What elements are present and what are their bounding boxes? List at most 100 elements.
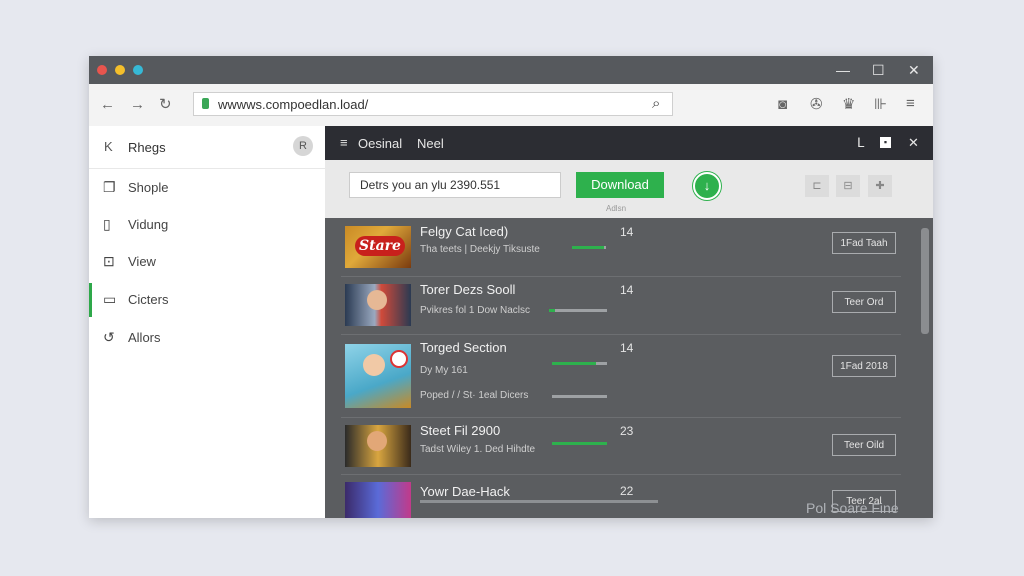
sidebar-item-label: Allors	[128, 330, 161, 345]
download-title: Yowr Dae-Hack	[420, 484, 510, 499]
thumbnail	[345, 425, 411, 467]
extension-icon-1[interactable]: ◙	[778, 97, 787, 113]
download-count: 14	[620, 341, 634, 355]
sidebar-item-cicters[interactable]: ▭ Cicters	[89, 283, 328, 317]
browser-toolbar: ← → ↻ wwwws.compoedlan.load/ ⌕ ◙ ✇ ♛ ⊪ ≡	[89, 84, 933, 127]
row-action-button[interactable]: 1Fad 2018	[832, 355, 896, 377]
page-icon: ⊡	[103, 253, 115, 269]
download-count: 22	[620, 484, 634, 498]
progress-fill	[552, 362, 596, 365]
sidebar-item-label: Shople	[128, 180, 169, 195]
main-title: Oesinal	[358, 136, 403, 151]
main-header: ≡ Oesinal Neel ᒪ ▪ ✕	[325, 126, 933, 160]
sidebar-item-allors[interactable]: ↺ Allors	[89, 321, 325, 355]
back-icon[interactable]: ←	[100, 97, 115, 113]
list-item[interactable]: Torer Dezs Sooll Pvikres fol 1 Dow Nacls…	[341, 276, 901, 335]
thumbnail	[345, 284, 411, 326]
sidebar-item-shople[interactable]: ❐ Shople	[89, 171, 325, 205]
forward-icon[interactable]: →	[130, 97, 145, 113]
square-icon[interactable]: ▪	[880, 137, 891, 148]
refresh-icon[interactable]: ↻	[159, 97, 172, 113]
progress-bar-secondary	[552, 395, 607, 398]
row-action-button[interactable]: 1Fad Taah	[832, 232, 896, 254]
sidebar-header: K Rhegs R	[89, 126, 325, 169]
download-url-input[interactable]: Detrs you an ylu 2390.551	[349, 172, 561, 198]
menu-icon[interactable]: ≡	[906, 96, 915, 112]
download-hint: Adlsn	[606, 204, 627, 213]
address-bar[interactable]: wwwws.compoedlan.load/ ⌕	[193, 92, 673, 116]
extension-icon-3[interactable]: ♛	[842, 97, 855, 113]
sidebar-back-icon[interactable]: K	[104, 139, 113, 154]
row-action-button[interactable]: Teer Ord	[832, 291, 896, 313]
thumbnail	[345, 482, 411, 518]
download-title: Torer Dezs Sooll	[420, 282, 516, 297]
sidebar-item-label: Vidung	[128, 217, 169, 232]
history-icon: ↺	[103, 329, 115, 345]
url-text: wwwws.compoedlan.load/	[218, 97, 369, 112]
close-icon[interactable]: ✕	[908, 135, 919, 151]
list-item[interactable]: Steet Fil 2900 Tadst Wiley 1. Ded Hihdte…	[341, 417, 901, 475]
title-bar: — ☐ ✕	[89, 56, 933, 84]
close-dot[interactable]	[97, 65, 107, 75]
main-panel: ≡ Oesinal Neel ᒪ ▪ ✕ Detrs you an ylu 23…	[325, 126, 933, 518]
maximize-button[interactable]: ☐	[872, 62, 885, 78]
download-subtitle: Dy My 161	[420, 365, 468, 376]
thumbnail-person	[363, 354, 385, 376]
corner-icon[interactable]: ᒪ	[857, 135, 864, 151]
download-count: 14	[620, 283, 634, 297]
browser-window: — ☐ ✕ ← → ↻ wwwws.compoedlan.load/ ⌕ ◙ ✇…	[89, 56, 933, 518]
download-list: Stare Felgy Cat Iced) Tha teets | Deekjy…	[325, 218, 933, 518]
tag-icon: ❐	[103, 179, 116, 195]
watermark: Pol Soare Fine	[806, 500, 899, 516]
search-icon[interactable]: ⌕	[652, 96, 660, 112]
list-icon[interactable]: ⊟	[836, 175, 860, 197]
download-count: 23	[620, 424, 634, 438]
sidebar-item-label: Cicters	[128, 292, 169, 307]
thumbnail-logo: Stare	[355, 236, 405, 256]
row-action-button[interactable]: Teer Oild	[832, 434, 896, 456]
sidebar: K Rhegs R ❐ Shople ▯ Vidung ⊡ View ▭ Cic…	[89, 126, 326, 518]
thumbnail	[345, 344, 411, 408]
scrollbar[interactable]	[921, 220, 929, 510]
download-subtitle: Tadst Wiley 1. Ded Hihdte	[420, 444, 536, 455]
minimize-button[interactable]: —	[836, 62, 850, 78]
thumbnail-badge	[390, 350, 408, 368]
download-title: Steet Fil 2900	[420, 423, 501, 438]
download-subtitle-2: Poped / / St· 1eal Dicers	[420, 390, 529, 401]
progress-fill	[572, 246, 605, 249]
thumbnail-person	[367, 431, 387, 451]
download-button[interactable]: Download	[576, 172, 664, 198]
pin-icon[interactable]: ✚	[868, 175, 892, 197]
main-subtitle: Neel	[417, 136, 444, 151]
extension-icon-2[interactable]: ✇	[810, 97, 823, 113]
thumbnail-person	[367, 290, 387, 310]
thumbnail: Stare	[345, 226, 411, 268]
minimize-dot[interactable]	[115, 65, 125, 75]
download-title: Torged Section	[420, 340, 507, 355]
close-button[interactable]: ✕	[908, 62, 920, 78]
sidebar-item-vidung[interactable]: ▯ Vidung	[89, 208, 325, 242]
progress-bar	[552, 362, 607, 365]
download-title: Felgy Cat Iced)	[420, 224, 509, 239]
progress-fill	[552, 442, 607, 445]
progress-bar	[420, 500, 658, 503]
sidebar-badge[interactable]: R	[293, 136, 313, 156]
folder-icon: ▭	[103, 291, 117, 307]
download-subtitle: Tha teets | Deekjy Tiksuste	[420, 244, 540, 255]
progress-bar	[572, 246, 606, 249]
download-subtitle: Pvikres fol 1 Dow Naclsc	[420, 305, 531, 316]
download-arrow-icon[interactable]: ↓	[693, 172, 721, 200]
sidebar-item-label: View	[128, 254, 156, 269]
list-item[interactable]: Stare Felgy Cat Iced) Tha teets | Deekjy…	[341, 218, 901, 277]
scrollbar-thumb[interactable]	[921, 228, 929, 334]
collapse-icon[interactable]: ⊏	[805, 175, 829, 197]
list-item[interactable]: Torged Section Dy My 161 Poped / / St· 1…	[341, 334, 901, 418]
download-bar: Detrs you an ylu 2390.551 Download ↓ Adl…	[325, 160, 933, 218]
lock-icon	[202, 98, 209, 109]
hamburger-icon[interactable]: ≡	[340, 135, 348, 150]
extension-icon-4[interactable]: ⊪	[874, 97, 887, 113]
document-icon: ▯	[103, 216, 111, 232]
progress-fill	[549, 309, 555, 312]
zoom-dot[interactable]	[133, 65, 143, 75]
sidebar-item-view[interactable]: ⊡ View	[89, 245, 325, 279]
